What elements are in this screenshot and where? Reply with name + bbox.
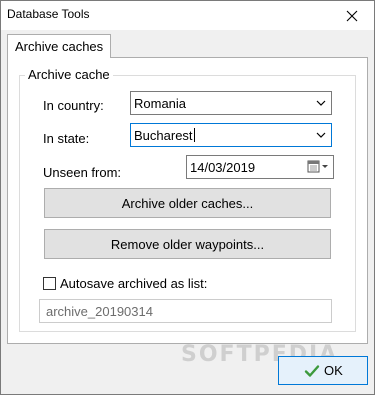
state-label: In state: — [43, 131, 90, 146]
chevron-down-icon — [316, 132, 326, 138]
group-title: Archive cache — [25, 67, 113, 82]
country-dropdown[interactable]: Romania — [130, 91, 332, 115]
archive-older-caches-button[interactable]: Archive older caches... — [44, 188, 331, 218]
autosave-checkbox[interactable] — [43, 277, 56, 290]
close-icon — [346, 10, 358, 21]
remove-older-waypoints-button[interactable]: Remove older waypoints... — [44, 229, 331, 259]
unseen-date-picker[interactable]: 14/03/2019 — [186, 155, 334, 179]
autosave-label: Autosave archived as list: — [60, 276, 208, 291]
country-value: Romania — [134, 96, 187, 111]
country-label: In country: — [43, 98, 104, 113]
state-value: Bucharest — [134, 128, 195, 143]
list-name-value: archive_20190314 — [46, 304, 153, 319]
check-icon — [304, 365, 320, 377]
ok-label: OK — [324, 363, 343, 378]
calendar-icon[interactable] — [305, 159, 331, 175]
ok-button[interactable]: OK — [278, 356, 368, 385]
tab-label: Archive caches — [15, 39, 104, 54]
chevron-down-icon — [316, 100, 326, 106]
tab-archive-caches[interactable]: Archive caches — [7, 34, 111, 58]
close-button[interactable] — [330, 1, 374, 30]
unseen-date-value: 14/03/2019 — [190, 160, 256, 175]
title-bar[interactable]: Database Tools — [1, 1, 374, 30]
list-name-field[interactable]: archive_20190314 — [39, 299, 332, 323]
database-tools-window: Database Tools Archive caches Archive ca… — [0, 0, 375, 395]
window-title: Database Tools — [7, 7, 90, 21]
state-dropdown[interactable]: Bucharest — [130, 123, 332, 147]
unseen-label: Unseen from: — [43, 165, 122, 180]
